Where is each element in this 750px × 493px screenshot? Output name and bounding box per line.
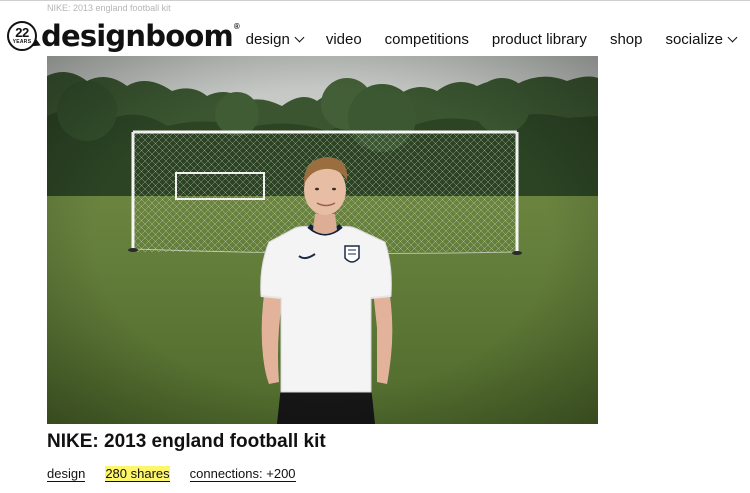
nav-item-label: design [245,31,290,48]
nav-item-label: product library [491,31,587,48]
nav-item-design[interactable]: design [245,31,305,48]
nav-item-label: video [325,31,362,48]
nav-item-label: socialize [665,31,723,48]
chevron-down-icon [727,32,738,43]
nav-item-product-library[interactable]: product library [492,31,587,48]
nav-item-label: shop [609,31,643,48]
article-title: NIKE: 2013 england football kit [47,431,326,452]
badge-number: 22 [15,25,29,40]
shares-link[interactable]: 280 shares [105,466,170,482]
main-nav: design video competitions product librar… [245,31,738,48]
connections-link[interactable]: connections: +200 [189,466,296,482]
designboom-logo[interactable]: 22 YEARS designboom ® [7,18,240,54]
chevron-down-icon [294,32,305,43]
registered-mark: ® [233,22,240,31]
badge-text: YEARS [12,39,32,45]
breadcrumb: NIKE: 2013 england football kit [47,3,171,13]
years-badge-icon: 22 YEARS [7,21,43,51]
nav-item-video[interactable]: video [326,31,362,48]
logo-wordmark: designboom [41,19,234,53]
photo-vignette [47,56,598,424]
nav-item-competitions[interactable]: competitions [385,31,469,48]
nav-item-socialize[interactable]: socialize [665,31,738,48]
nav-item-label: competitions [384,31,469,48]
category-link[interactable]: design [47,466,86,482]
nav-item-shop[interactable]: shop [610,31,643,48]
hero-image[interactable] [47,56,598,424]
top-divider [0,0,750,1]
article-meta: design 280 shares connections: +200 [47,466,316,482]
